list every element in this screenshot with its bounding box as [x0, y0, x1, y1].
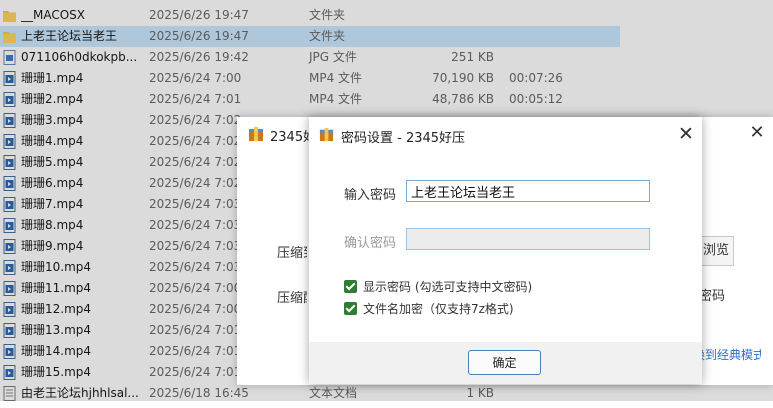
- compress-window-close-icon[interactable]: ✕: [747, 123, 767, 143]
- password-dialog-title: 密码设置 - 2345好压: [341, 131, 466, 146]
- encrypt-filenames-checkbox[interactable]: [344, 302, 357, 315]
- password-dialog-body: 输入密码 确认密码 显示密码 (勾选可支持中文密码) 文件名加密（仅支持7z格式…: [309, 151, 702, 342]
- password-dialog: 密码设置 - 2345好压 ✕ 输入密码 确认密码 显示密码 (勾选可支持中文密…: [309, 117, 702, 384]
- ok-button[interactable]: 确定: [468, 350, 541, 375]
- compress-to-label: 压缩到: [277, 246, 307, 261]
- confirm-password-input[interactable]: [406, 228, 650, 250]
- confirm-password-label: 确认密码: [344, 236, 397, 251]
- password-dialog-titlebar: 密码设置 - 2345好压 ✕: [309, 117, 702, 151]
- password-dialog-footer: 确定: [309, 342, 702, 384]
- enter-password-input[interactable]: [406, 180, 650, 202]
- encrypt-filenames-option[interactable]: 文件名加密（仅支持7z格式): [344, 301, 514, 319]
- encrypt-filenames-label: 文件名加密（仅支持7z格式): [363, 302, 514, 316]
- compress-window-titlebar: 2345好压: [249, 126, 310, 145]
- show-password-checkbox[interactable]: [344, 280, 357, 293]
- haozip-app-icon: [249, 127, 263, 141]
- compress-config-label: 压缩配: [277, 291, 307, 306]
- haozip-app-icon: [319, 127, 334, 142]
- close-icon[interactable]: ✕: [675, 123, 697, 145]
- show-password-option[interactable]: 显示密码 (勾选可支持中文密码): [344, 279, 532, 297]
- enter-password-label: 输入密码: [344, 188, 397, 203]
- compress-window-title: 2345好压: [270, 130, 310, 145]
- show-password-label: 显示密码 (勾选可支持中文密码): [363, 280, 533, 294]
